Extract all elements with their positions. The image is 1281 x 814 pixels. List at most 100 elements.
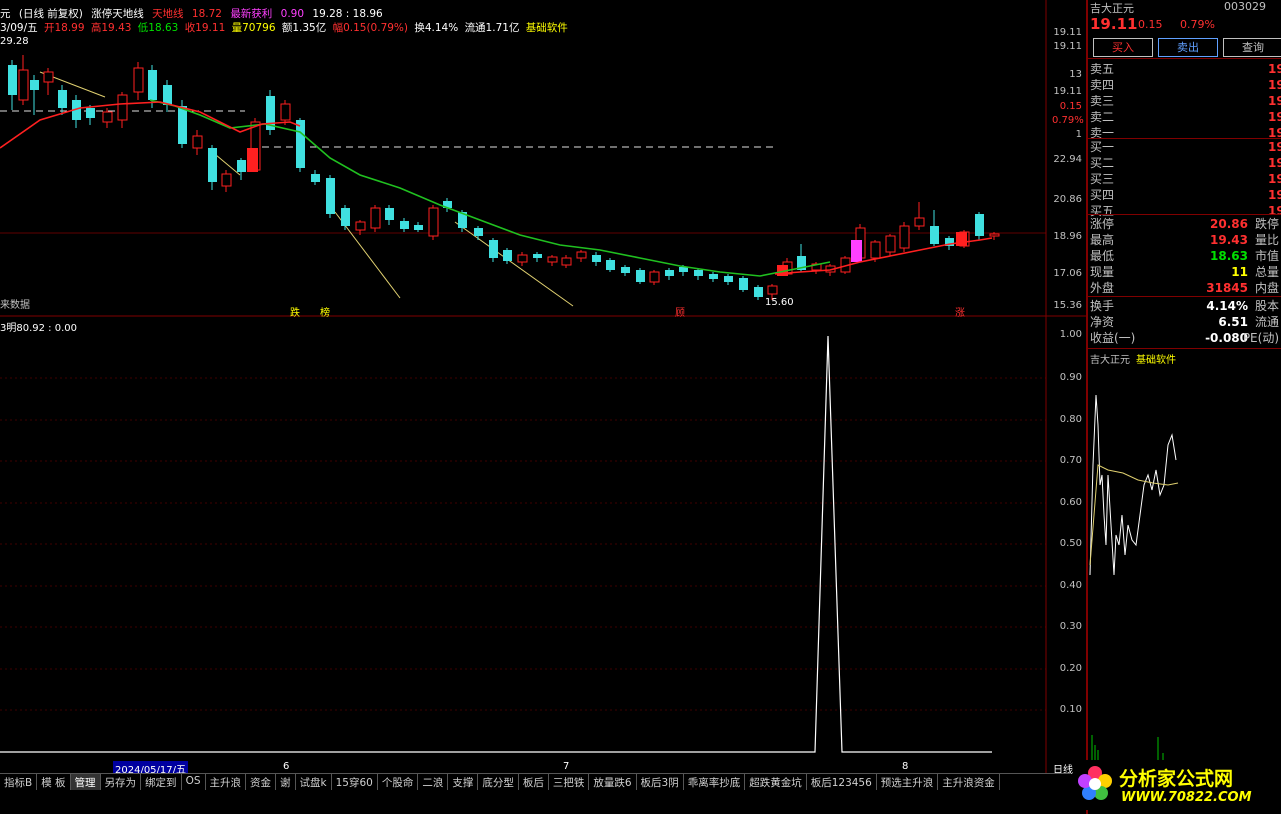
quote-row-label: 卖二 bbox=[1090, 110, 1115, 124]
candle-body bbox=[870, 241, 881, 259]
quote-row[interactable]: 卖四 19.14 bbox=[1090, 77, 1281, 93]
quote-row-label: 卖四 bbox=[1090, 78, 1115, 92]
candle-body bbox=[208, 148, 217, 182]
indicator-tab[interactable]: 板后123456 bbox=[807, 774, 877, 790]
quote-row-label: 买一 bbox=[1090, 140, 1115, 154]
quote-row[interactable]: 最高 19.43 量比 bbox=[1090, 232, 1279, 248]
quote-row-value: 31845 bbox=[1206, 281, 1248, 295]
candle-body bbox=[592, 255, 601, 262]
indicator-tab[interactable]: 板后3阴 bbox=[637, 774, 684, 790]
sell-button[interactable]: 卖出 bbox=[1158, 38, 1218, 57]
indicator-tab[interactable]: 底分型 bbox=[478, 774, 519, 790]
candle-body bbox=[649, 271, 660, 283]
candle-body bbox=[724, 276, 733, 282]
quote-row-value: 19.08 bbox=[1268, 172, 1281, 186]
candle-body bbox=[414, 225, 423, 230]
candle-body bbox=[117, 94, 128, 121]
quote-row-right-label: 市值 bbox=[1254, 249, 1279, 263]
quote-row[interactable]: 外盘 31845 内盘 bbox=[1090, 280, 1279, 296]
quote-row[interactable]: 最低 18.63 市值 bbox=[1090, 248, 1279, 264]
candle-body bbox=[370, 207, 381, 229]
marker-4: 涨 bbox=[955, 308, 965, 319]
candle-body bbox=[636, 270, 645, 282]
quote-row-value: 19.15 bbox=[1268, 62, 1281, 76]
indicator-tab[interactable]: 支撑 bbox=[448, 774, 479, 790]
indicator-tab-bar: 指标B 模 板管理 另存为 绑定到 OS 主升浪 资金谢试盘k 15穿60 个股命 二浪 支撑 底分型… bbox=[0, 773, 1070, 790]
brand-url: WWW.70822.COM bbox=[1121, 790, 1252, 805]
candle-body bbox=[43, 71, 54, 83]
candle-body bbox=[355, 221, 366, 231]
main-chart-area[interactable]: 元 (日线 前复权) 涨停天地线 天地线 18.72 最新获利 0.90 19.… bbox=[0, 0, 1086, 776]
candle-body bbox=[58, 90, 67, 108]
indicator-tab[interactable]: 15穿60 bbox=[332, 774, 378, 790]
indicator-tab[interactable]: 谢 bbox=[276, 774, 296, 790]
indicator-tab[interactable]: 三把铁 bbox=[549, 774, 590, 790]
quote-row[interactable]: 现量 11 总量 bbox=[1090, 264, 1279, 280]
quote-row[interactable]: 收益(一) -0.080 PE(动) bbox=[1090, 330, 1279, 346]
marker-2: 榜 bbox=[320, 308, 330, 319]
indicator-tab[interactable]: OS bbox=[182, 774, 206, 790]
quote-row-label: 净资 bbox=[1090, 315, 1115, 329]
indicator-tab[interactable]: 绑定到 bbox=[141, 774, 182, 790]
candle-body bbox=[18, 69, 29, 101]
quote-row-value: -0.080 bbox=[1205, 331, 1248, 345]
quote-row[interactable]: 换手 4.14% 股本 bbox=[1090, 298, 1279, 314]
quote-row[interactable]: 卖五 19.15 bbox=[1090, 61, 1281, 77]
stock-name: 吉大正元 bbox=[1090, 2, 1134, 15]
intraday-mini-chart[interactable] bbox=[1088, 365, 1281, 760]
candle-body bbox=[517, 254, 528, 263]
quote-row-label: 卖五 bbox=[1090, 62, 1115, 76]
quote-row[interactable]: 卖二 19.12 bbox=[1090, 109, 1281, 125]
chart-canvas[interactable] bbox=[0, 0, 1086, 775]
quote-row[interactable]: 卖三 19.13 bbox=[1090, 93, 1281, 109]
candle-body bbox=[503, 250, 512, 261]
quote-row[interactable]: 买一 19.10 bbox=[1090, 139, 1281, 155]
indicator-tab[interactable]: 资金 bbox=[246, 774, 276, 790]
brand-logo: 分析家公式网 WWW.70822.COM bbox=[1073, 760, 1281, 810]
indicator-tab[interactable]: 板后 bbox=[519, 774, 549, 790]
indicator-tab[interactable]: 另存为 bbox=[101, 774, 142, 790]
quote-row-right-label: 流通 bbox=[1254, 315, 1279, 329]
candle-body bbox=[767, 285, 778, 295]
candle-body bbox=[561, 257, 572, 266]
indicator-tab[interactable]: 管理 bbox=[70, 774, 101, 790]
quote-row-right-label: PE(动) bbox=[1242, 331, 1279, 345]
price-change: 0.15 bbox=[1138, 18, 1163, 31]
indicator-tab[interactable]: 二浪 bbox=[418, 774, 449, 790]
quote-panel: 吉大正元 003029 19.11 0.15 0.79% 买入 卖出 查询 卖五… bbox=[1086, 0, 1281, 814]
candle-body bbox=[237, 160, 246, 172]
highlight-candle bbox=[956, 232, 967, 246]
indicator-tab[interactable]: 主升浪 bbox=[206, 774, 246, 790]
month-label: 7 bbox=[563, 761, 570, 772]
indicator-tab[interactable]: 乖离率抄底 bbox=[684, 774, 746, 790]
quote-row[interactable]: 涨停 20.86 跌停 bbox=[1090, 216, 1279, 232]
quote-row-label: 换手 bbox=[1090, 299, 1115, 313]
candle-body bbox=[754, 287, 763, 297]
quote-row-label: 卖三 bbox=[1090, 94, 1115, 108]
candle-body bbox=[148, 70, 157, 100]
quote-row[interactable]: 买四 19.07 bbox=[1090, 187, 1281, 203]
indicator-tab[interactable]: 预选主升浪 bbox=[877, 774, 939, 790]
quote-row-label: 买二 bbox=[1090, 156, 1115, 170]
indicator-tab[interactable]: 指标B bbox=[0, 774, 38, 790]
indicator-tab[interactable]: 个股命 bbox=[378, 774, 419, 790]
quote-row[interactable]: 买三 19.08 bbox=[1090, 171, 1281, 187]
quote-row-label: 买三 bbox=[1090, 172, 1115, 186]
candle-body bbox=[885, 235, 896, 253]
query-button[interactable]: 查询 bbox=[1223, 38, 1281, 57]
indicator-tab[interactable]: 放量跌6 bbox=[589, 774, 637, 790]
indicator-tab[interactable]: 超跌黄金坑 bbox=[745, 774, 807, 790]
quote-row-label: 买四 bbox=[1090, 188, 1115, 202]
candle-body bbox=[326, 178, 335, 214]
candle-body bbox=[86, 108, 95, 118]
marker-3: 顾 bbox=[675, 308, 685, 319]
candle-body bbox=[178, 106, 187, 144]
candle-body bbox=[739, 278, 748, 290]
indicator-tab[interactable]: 主升浪资金 bbox=[938, 774, 1000, 790]
indicator-tab[interactable]: 试盘k bbox=[296, 774, 332, 790]
quote-row-right-label: 量比 bbox=[1254, 233, 1279, 247]
indicator-tab[interactable]: 模 板 bbox=[37, 774, 71, 790]
quote-row[interactable]: 买二 19.09 bbox=[1090, 155, 1281, 171]
buy-button[interactable]: 买入 bbox=[1093, 38, 1153, 57]
quote-row[interactable]: 净资 6.51 流通 bbox=[1090, 314, 1279, 330]
